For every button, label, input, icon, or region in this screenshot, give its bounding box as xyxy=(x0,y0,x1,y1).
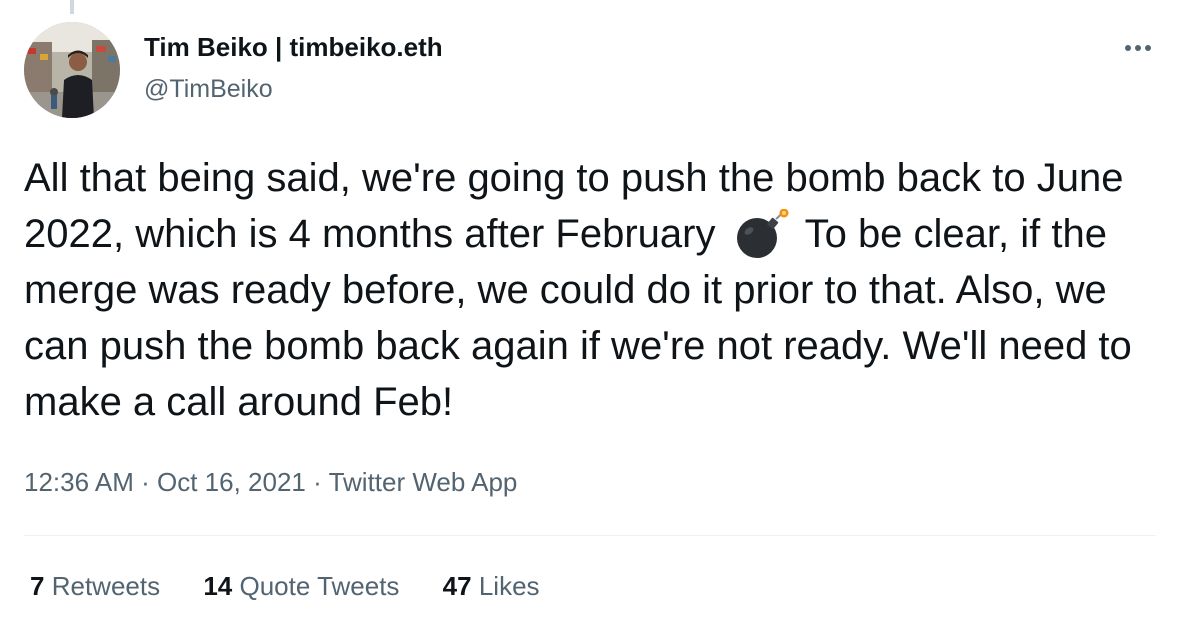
retweets-stat[interactable]: 7 Retweets xyxy=(30,566,160,606)
more-options-button[interactable] xyxy=(1120,36,1156,60)
likes-count: 47 xyxy=(442,571,472,601)
tweet-meta: 12:36 AM · Oct 16, 2021 · Twitter Web Ap… xyxy=(24,462,517,502)
engagement-stats: 7 Retweets 14 Quote Tweets 47 Likes xyxy=(30,566,576,606)
tweet-source-link[interactable]: Twitter Web App xyxy=(329,467,518,497)
likes-stat[interactable]: 47 Likes xyxy=(443,566,540,606)
tweet-date-link[interactable]: Oct 16, 2021 xyxy=(157,467,306,497)
avatar[interactable] xyxy=(24,22,120,118)
author-info: Tim Beiko | timbeiko.eth @TimBeiko xyxy=(144,30,443,106)
thread-connector-line xyxy=(70,0,74,14)
quote-tweets-stat[interactable]: 14 Quote Tweets xyxy=(203,566,399,606)
likes-label: Likes xyxy=(478,571,540,601)
retweets-count: 7 xyxy=(30,571,45,601)
divider xyxy=(24,535,1156,536)
author-handle[interactable]: @TimBeiko xyxy=(144,72,443,106)
bomb-icon xyxy=(731,208,793,259)
meta-separator: · xyxy=(141,467,150,497)
more-dots-icon xyxy=(1125,45,1151,51)
meta-separator: · xyxy=(313,467,322,497)
quote-tweets-count: 14 xyxy=(203,571,233,601)
author-display-name[interactable]: Tim Beiko | timbeiko.eth xyxy=(144,30,443,64)
quote-tweets-label: Quote Tweets xyxy=(239,571,400,601)
tweet-body: All that being said, we're going to push… xyxy=(24,150,1164,430)
tweet-time-link[interactable]: 12:36 AM xyxy=(24,467,134,497)
retweets-label: Retweets xyxy=(51,571,161,601)
